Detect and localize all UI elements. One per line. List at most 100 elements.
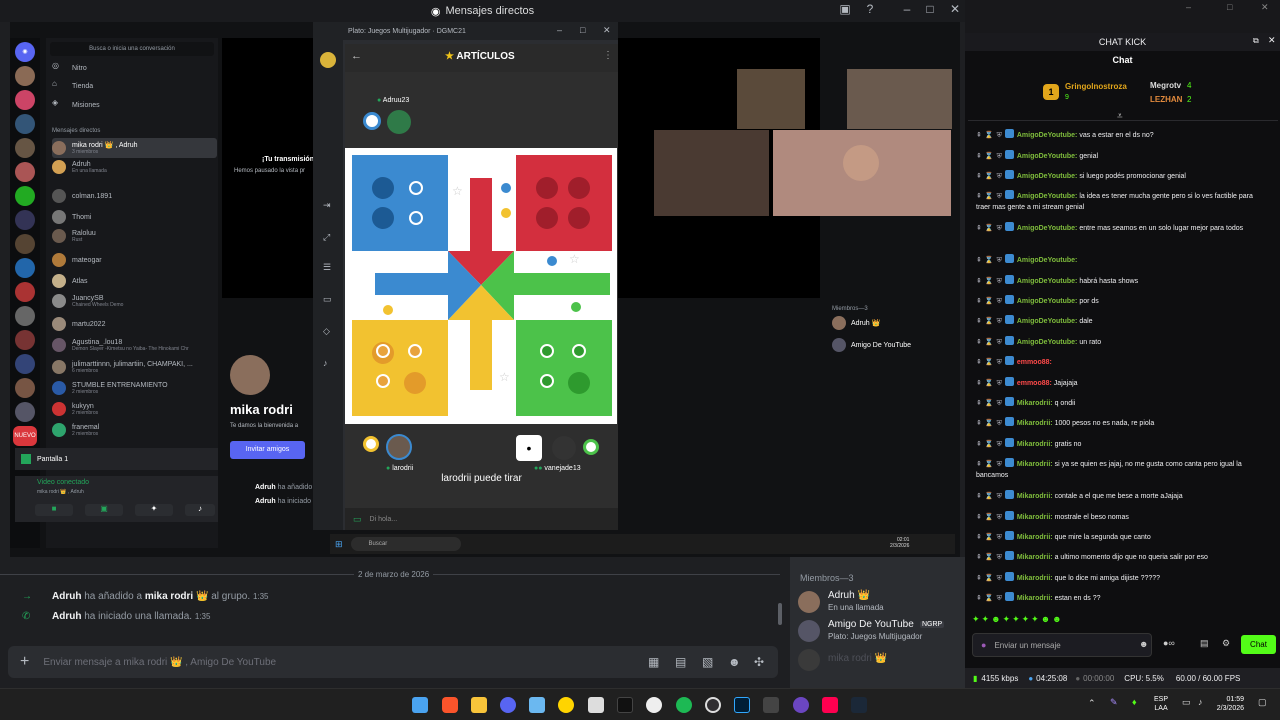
mod-icon[interactable]: ⛨ bbox=[997, 554, 1002, 561]
server-icon[interactable] bbox=[15, 90, 35, 110]
pin-icon[interactable]: ⇞ bbox=[976, 132, 982, 139]
chat-username[interactable]: Mikarodrii: bbox=[1017, 461, 1053, 468]
timeout-icon[interactable]: ⌛ bbox=[985, 595, 994, 602]
pin-icon[interactable]: ⇞ bbox=[976, 380, 982, 387]
chat-username[interactable]: AmigoDeYoutube: bbox=[1017, 132, 1078, 139]
chat-message[interactable]: ⇞ ⌛ ⛨ AmigoDeYoutube: entre mas seamos en u… bbox=[976, 222, 1266, 234]
pin-icon[interactable]: ⇞ bbox=[976, 339, 982, 346]
chat-message[interactable]: ⇞ ⌛ ⛨ Mikarodrii: que mire la segunda que c… bbox=[976, 531, 1266, 543]
activities-button[interactable]: ✦ bbox=[135, 504, 173, 516]
game-chat-input[interactable]: Di hola... bbox=[370, 516, 398, 523]
green-piece[interactable] bbox=[569, 300, 583, 314]
mod-icon[interactable]: ⛨ bbox=[997, 298, 1002, 305]
mod-icon[interactable]: ⛨ bbox=[997, 441, 1002, 448]
pin-icon[interactable]: ⇞ bbox=[976, 298, 982, 305]
mic-icon[interactable]: ● bbox=[981, 640, 986, 650]
settings-icon[interactable]: ⚙ bbox=[1222, 638, 1230, 649]
nav-nitro[interactable]: ◎ Nitro bbox=[52, 58, 217, 78]
mod-icon[interactable]: ⛨ bbox=[997, 359, 1002, 366]
timeout-icon[interactable]: ⌛ bbox=[985, 493, 994, 500]
chat-message[interactable]: ⇞ ⌛ ⛨ AmigoDeYoutube: habrá hasta shows bbox=[976, 275, 1266, 287]
maximize-button[interactable]: □ bbox=[580, 25, 585, 35]
server-icon[interactable] bbox=[15, 234, 35, 254]
pin-icon[interactable]: ⇞ bbox=[976, 359, 982, 366]
photos-icon[interactable] bbox=[529, 697, 545, 713]
timeout-icon[interactable]: ⌛ bbox=[985, 554, 994, 561]
timeout-icon[interactable]: ⌛ bbox=[985, 359, 994, 366]
yellow-piece[interactable] bbox=[408, 344, 422, 358]
clock[interactable]: 01:59 2/3/2026 bbox=[1214, 695, 1244, 713]
mod-icon[interactable]: ⛨ bbox=[997, 278, 1002, 285]
pin-icon[interactable]: ⇞ bbox=[976, 461, 982, 468]
avatar[interactable] bbox=[320, 52, 336, 68]
mod-icon[interactable]: ⛨ bbox=[997, 595, 1002, 602]
mod-icon[interactable]: ⛨ bbox=[997, 575, 1002, 582]
chat-message[interactable]: ⇞ ⌛ ⛨ AmigoDeYoutube: vas a estar en el ds … bbox=[976, 129, 1266, 141]
pin-icon[interactable]: ⇞ bbox=[976, 173, 982, 180]
timeout-icon[interactable]: ⌛ bbox=[985, 420, 994, 427]
maximize-button[interactable]: □ bbox=[1227, 2, 1232, 12]
chat-message[interactable]: ⇞ ⌛ ⛨ AmigoDeYoutube: un rato bbox=[976, 336, 1266, 348]
chat-username[interactable]: Mikarodrii: bbox=[1017, 441, 1053, 448]
chat-message[interactable]: ⇞ ⌛ ⛨ Mikarodrii: estan en ds ?? bbox=[976, 592, 1266, 604]
timeout-icon[interactable]: ⌛ bbox=[985, 318, 994, 325]
more-icon[interactable]: ⋮ bbox=[603, 50, 613, 61]
member-name[interactable]: mika rodri 👑 bbox=[828, 653, 887, 664]
chat-message[interactable]: ⇞ ⌛ ⛨ AmigoDeYoutube: por ds bbox=[976, 295, 1266, 307]
search-input[interactable]: Buscar bbox=[350, 537, 461, 551]
chat-username[interactable]: Mikarodrii: bbox=[1017, 595, 1053, 602]
chat-message[interactable]: ⇞ ⌛ ⛨ Mikarodrii: 1000 pesos no es nada, re… bbox=[976, 417, 1266, 429]
chat-username[interactable]: emmoo88: bbox=[1017, 359, 1052, 366]
yellow-piece[interactable] bbox=[499, 206, 513, 220]
file-explorer-icon[interactable] bbox=[471, 697, 487, 713]
member-name[interactable]: Amigo De YouTube bbox=[828, 619, 914, 630]
blue-piece[interactable] bbox=[545, 254, 559, 268]
top-user-name[interactable]: Gringolnostroza bbox=[1065, 82, 1127, 91]
mod-icon[interactable]: ⛨ bbox=[997, 318, 1002, 325]
dm-item[interactable]: martu2022 bbox=[52, 314, 217, 334]
network-icon[interactable]: ▭ bbox=[1182, 697, 1191, 708]
server-icon[interactable] bbox=[15, 354, 35, 374]
green-piece[interactable] bbox=[540, 374, 554, 388]
chat-message[interactable]: ⇞ ⌛ ⛨ AmigoDeYoutube: bbox=[976, 254, 1266, 266]
tray-icon[interactable]: ✎ bbox=[1110, 697, 1118, 708]
dm-item[interactable]: colman.1891 bbox=[52, 186, 217, 206]
nav-quests[interactable]: ◈ Misiones bbox=[52, 95, 217, 115]
chat-username[interactable]: AmigoDeYoutube: bbox=[1017, 173, 1078, 180]
invite-friends-button[interactable]: Invitar amigos bbox=[230, 441, 305, 459]
server-icon[interactable] bbox=[15, 114, 35, 134]
webcam-tile[interactable] bbox=[737, 69, 805, 129]
blue-piece[interactable] bbox=[409, 181, 423, 195]
chat-username[interactable]: Mikarodrii: bbox=[1017, 554, 1053, 561]
chat-username[interactable]: AmigoDeYoutube: bbox=[1017, 278, 1078, 285]
server-icon[interactable] bbox=[15, 210, 35, 230]
chat-username[interactable]: AmigoDeYoutube: bbox=[1017, 257, 1078, 264]
server-icon[interactable] bbox=[15, 66, 35, 86]
mod-icon[interactable]: ⛨ bbox=[997, 225, 1002, 232]
pin-icon[interactable]: ⇞ bbox=[976, 575, 982, 582]
dm-item[interactable]: Adruh En una llamada bbox=[52, 157, 217, 177]
top-user-name[interactable]: Megrotv bbox=[1150, 81, 1181, 90]
server-icon[interactable] bbox=[15, 378, 35, 398]
mod-icon[interactable]: ⛨ bbox=[997, 514, 1002, 521]
timeout-icon[interactable]: ⌛ bbox=[985, 461, 994, 468]
chat-username[interactable]: AmigoDeYoutube: bbox=[1017, 339, 1078, 346]
timeout-icon[interactable]: ⌛ bbox=[985, 514, 994, 521]
exit-icon[interactable]: ⇥ bbox=[323, 200, 331, 211]
mod-icon[interactable]: ⛨ bbox=[997, 534, 1002, 541]
timeout-icon[interactable]: ⌛ bbox=[985, 193, 994, 200]
chat-message[interactable]: ⇞ ⌛ ⛨ AmigoDeYoutube: si luego podés promoc… bbox=[976, 170, 1266, 182]
webcam-tile[interactable] bbox=[847, 69, 952, 129]
mod-icon[interactable]: ⛨ bbox=[997, 257, 1002, 264]
dm-item[interactable]: STUMBLE ENTRENAMIENTO 2 miembros bbox=[52, 378, 217, 398]
gift-icon[interactable]: ▤ bbox=[1200, 638, 1209, 649]
back-icon[interactable]: ← bbox=[351, 50, 362, 62]
pin-icon[interactable]: ⇞ bbox=[976, 554, 982, 561]
screen-share-panel[interactable]: Pantalla 1 bbox=[15, 448, 218, 470]
close-button[interactable]: ✕ bbox=[1268, 35, 1276, 46]
timeout-icon[interactable]: ⌛ bbox=[985, 298, 994, 305]
server-icon[interactable] bbox=[15, 186, 35, 206]
steam-icon[interactable] bbox=[851, 697, 867, 713]
help-icon[interactable]: ? bbox=[860, 2, 880, 16]
emoji-icon[interactable]: ☻ bbox=[1139, 639, 1148, 649]
